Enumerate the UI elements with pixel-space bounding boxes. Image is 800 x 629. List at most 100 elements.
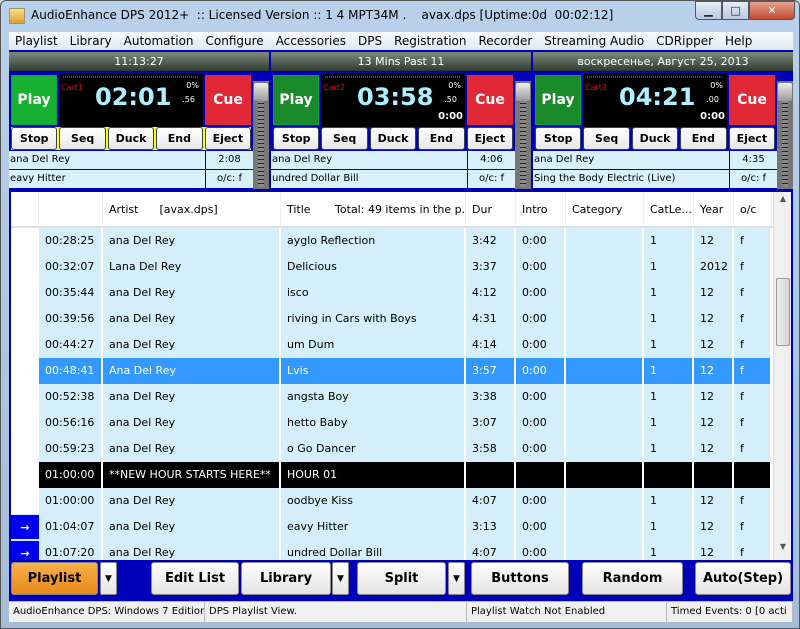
menu-library[interactable]: Library — [64, 32, 118, 50]
editlist-button[interactable]: Edit List — [151, 562, 239, 595]
seq-button[interactable]: Seq — [583, 127, 630, 150]
scroll-up-icon[interactable]: ▲ — [774, 194, 791, 210]
volume-fader[interactable] — [515, 81, 531, 189]
column-header-1[interactable] — [39, 192, 103, 226]
table-row[interactable]: 00:59:23 ana Del Rey o Go Dancer 3:58 0:00 1 1… — [11, 436, 772, 462]
cue-button[interactable]: Cue — [729, 75, 775, 125]
eject-button[interactable]: Eject — [204, 127, 252, 150]
table-cell: 0:00 — [516, 540, 566, 560]
column-header-3[interactable]: Title Total: 49 items in the p... — [281, 192, 466, 226]
stop-button[interactable]: Stop — [11, 127, 58, 150]
seq-button[interactable]: Seq — [59, 127, 106, 150]
menu-configure[interactable]: Configure — [200, 32, 270, 50]
player-deck-2: Play Cart2 03:58 0% .50 0:00 Cue Stop Seq Duck End… — [271, 73, 531, 189]
menu-recorder[interactable]: Recorder — [472, 32, 538, 50]
now-artist-row: ana Del Rey 4:06 — [271, 151, 515, 169]
menu-streaming-audio[interactable]: Streaming Audio — [538, 32, 650, 50]
end-button[interactable]: End — [418, 127, 465, 150]
volume-fader[interactable] — [777, 81, 793, 189]
table-row[interactable]: 00:56:16 ana Del Rey hetto Baby 3:07 0:00 1 12… — [11, 410, 772, 436]
table-row[interactable]: 00:32:07 Lana Del Rey Delicious 3:37 0:00 1 20… — [11, 254, 772, 280]
table-cell: 01:04:07 — [39, 514, 103, 540]
playlist-dropdown-icon[interactable]: ▼ — [100, 562, 117, 595]
column-header-7[interactable]: CatLe... — [644, 192, 694, 226]
column-header-8[interactable]: Year — [694, 192, 734, 226]
buttons-button[interactable]: Buttons — [471, 562, 569, 595]
table-row[interactable]: 00:35:44 ana Del Rey isco 4:12 0:00 1 12 f — [11, 280, 772, 306]
menu-cdripper[interactable]: CDRipper — [650, 32, 719, 50]
menu-registration[interactable]: Registration — [388, 32, 472, 50]
now-title-row: eavy Hitter o/c: f — [9, 170, 253, 188]
table-cell: 0:00 — [516, 410, 566, 436]
library-dropdown-icon[interactable]: ▼ — [332, 562, 349, 595]
library-button[interactable]: Library — [241, 562, 331, 595]
random-button[interactable]: Random — [582, 562, 683, 595]
table-row[interactable]: 00:52:38 ana Del Rey angsta Boy 3:38 0:00 1 12… — [11, 384, 772, 410]
eject-button[interactable]: Eject — [466, 127, 514, 150]
eject-button[interactable]: Eject — [728, 127, 776, 150]
cue-button[interactable]: Cue — [467, 75, 513, 125]
maximize-button[interactable]: □ — [722, 1, 749, 20]
table-cell: Lvis — [281, 358, 466, 384]
table-cell — [566, 332, 644, 358]
column-header-2[interactable]: Artist [avax.dps] — [103, 192, 281, 226]
close-button[interactable]: ✕ — [749, 1, 795, 20]
vertical-scrollbar[interactable]: ▲ ▼ — [773, 192, 791, 560]
table-cell — [11, 462, 39, 488]
column-header-9[interactable]: o/c — [734, 192, 772, 226]
split-dropdown-icon[interactable]: ▼ — [448, 562, 465, 595]
stop-button[interactable]: Stop — [535, 127, 582, 150]
title-bar: AudioEnhance DPS 2012+ :: Licensed Versi… — [1, 1, 800, 31]
table-cell: 00:39:56 — [39, 306, 103, 332]
table-cell: 00:28:25 — [39, 228, 103, 254]
menu-help[interactable]: Help — [719, 32, 758, 50]
fader-knob[interactable] — [254, 83, 268, 101]
duck-button[interactable]: Duck — [631, 127, 679, 150]
scroll-thumb[interactable] — [776, 278, 790, 346]
menu-dps[interactable]: DPS — [352, 32, 388, 50]
duck-button[interactable]: Duck — [369, 127, 417, 150]
seq-button[interactable]: Seq — [321, 127, 368, 150]
title-label: Sing the Body Electric (Live) — [534, 173, 676, 184]
column-header-0[interactable] — [11, 192, 39, 226]
end-button[interactable]: End — [680, 127, 727, 150]
menu-playlist[interactable]: Playlist — [9, 32, 64, 50]
table-row[interactable]: 00:28:25 ana Del Rey ayglo Reflection 3:42 0… — [11, 228, 772, 254]
scroll-down-icon[interactable]: ▼ — [774, 542, 791, 558]
column-header-4[interactable]: Dur — [466, 192, 516, 226]
fader-knob[interactable] — [778, 83, 792, 101]
cue-button[interactable]: Cue — [205, 75, 251, 125]
table-row[interactable]: 00:39:56 ana Del Rey riving in Cars with B… — [11, 306, 772, 332]
table-cell: 3:58 — [466, 436, 516, 462]
table-row[interactable]: → 01:07:20 ana Del Rey undred Dollar Bill 4:… — [11, 540, 772, 560]
end-button[interactable]: End — [156, 127, 203, 150]
menu-automation[interactable]: Automation — [118, 32, 200, 50]
table-cell: 3:57 — [466, 358, 516, 384]
table-cell: ayglo Reflection — [281, 228, 466, 254]
table-row[interactable]: → 01:04:07 ana Del Rey eavy Hitter 3:13 0:00 1… — [11, 514, 772, 540]
table-header: Artist [avax.dps] Title Total: 49 items i… — [11, 192, 773, 228]
table-cell: 0:00 — [516, 280, 566, 306]
duck-button[interactable]: Duck — [107, 127, 155, 150]
volume-fader[interactable] — [253, 81, 269, 189]
minimize-button[interactable]: ▁ — [695, 1, 722, 20]
table-cell: 1 — [644, 358, 694, 384]
stop-button[interactable]: Stop — [273, 127, 320, 150]
table-cell: **NEW HOUR STARTS HERE** — [103, 462, 281, 488]
table-row[interactable]: 01:00:00 ana Del Rey oodbye Kiss 4:07 0:00 1 1… — [11, 488, 772, 514]
playlist-button[interactable]: Playlist — [11, 562, 98, 595]
table-cell: 12 — [694, 540, 734, 560]
play-button[interactable]: Play — [535, 75, 581, 125]
menu-accessories[interactable]: Accessories — [270, 32, 352, 50]
column-header-6[interactable]: Category — [566, 192, 644, 226]
fader-knob[interactable] — [516, 83, 530, 101]
play-button[interactable]: Play — [273, 75, 319, 125]
table-row[interactable]: 00:48:41 Ana Del Rey Lvis 3:57 0:00 1 12 f — [11, 358, 772, 384]
column-header-5[interactable]: Intro — [516, 192, 566, 226]
split-button[interactable]: Split — [357, 562, 446, 595]
play-button[interactable]: Play — [11, 75, 57, 125]
table-row[interactable]: 00:44:27 ana Del Rey um Dum 4:14 0:00 1 12 f — [11, 332, 772, 358]
time-readout: 02:01 — [95, 83, 172, 111]
autostep-button[interactable]: Auto(Step) — [695, 562, 791, 595]
table-row[interactable]: 01:00:00 **NEW HOUR STARTS HERE** HOUR 01 — [11, 462, 772, 488]
